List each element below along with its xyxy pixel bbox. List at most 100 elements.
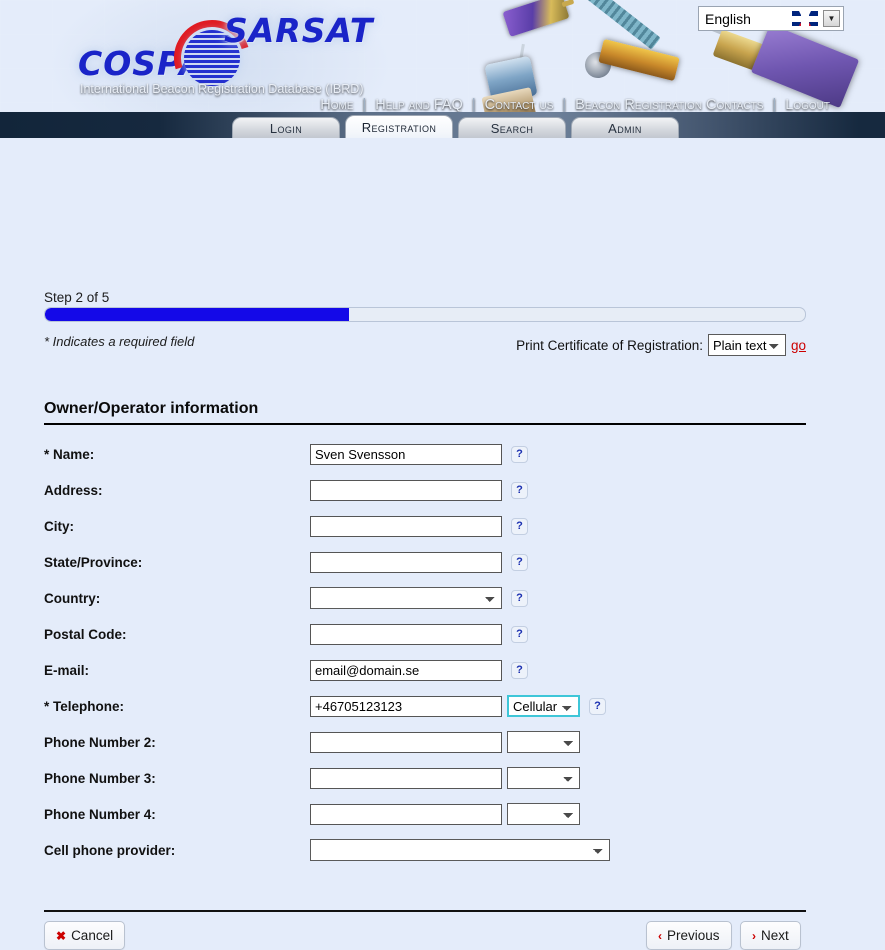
cospas-sarsat-logo: COSPAS SARSAT	[78, 6, 378, 110]
telephone-input[interactable]	[310, 695, 502, 717]
tab-search[interactable]: Search	[458, 117, 566, 138]
tab-registration[interactable]: Registration	[345, 115, 453, 138]
phone-4-input[interactable]	[310, 803, 502, 825]
input-group-name: ?	[310, 443, 528, 465]
previous-button[interactable]: ‹ Previous	[646, 921, 732, 950]
phone-4-type-select[interactable]	[507, 803, 580, 825]
chevron-down-icon[interactable]: ▼	[823, 10, 840, 27]
top-navigation: Home | Help and FAQ | Contact us | Beaco…	[320, 97, 830, 113]
label-postal-code: Postal Code:	[44, 626, 127, 642]
nav-link-beacon-registration-contacts[interactable]: Beacon Registration Contacts	[575, 97, 763, 113]
footer-divider	[44, 910, 806, 912]
label-cell-provider: Cell phone provider:	[44, 842, 176, 858]
progress-bar	[44, 307, 806, 322]
label-telephone: * Telephone:	[44, 698, 125, 714]
help-icon-address[interactable]: ?	[511, 481, 528, 499]
section-title-owner-operator: Owner/Operator information	[44, 400, 806, 425]
logo-text-sarsat: SARSAT	[224, 11, 374, 50]
close-icon: ✖	[56, 928, 67, 943]
name-input[interactable]	[310, 443, 502, 465]
nav-link-home[interactable]: Home	[320, 97, 353, 113]
nav-link-help-and-faq[interactable]: Help and FAQ	[375, 97, 463, 113]
form-row-postal-code: Postal Code: ?	[44, 616, 844, 652]
tab-admin[interactable]: Admin	[571, 117, 679, 138]
country-select[interactable]	[310, 587, 502, 609]
label-name: * Name:	[44, 446, 95, 462]
satellite-image-2-panel	[584, 0, 661, 50]
chevron-right-icon: ›	[752, 928, 756, 943]
form-row-cell-provider: Cell phone provider:	[44, 832, 844, 868]
help-icon-name[interactable]: ?	[511, 445, 528, 463]
input-group-state-province: ?	[310, 551, 528, 573]
input-group-city: ?	[310, 515, 528, 537]
label-phone-4: Phone Number 4:	[44, 806, 156, 822]
cancel-button[interactable]: ✖ Cancel	[44, 921, 126, 950]
label-email: E-mail:	[44, 662, 90, 678]
site-header: COSPAS SARSAT International Beacon Regis…	[0, 0, 885, 138]
phone-2-input[interactable]	[310, 731, 502, 753]
tab-login[interactable]: Login	[232, 117, 340, 138]
label-state-province: State/Province:	[44, 554, 143, 570]
help-icon-country[interactable]: ?	[511, 589, 528, 607]
label-country: Country:	[44, 590, 101, 606]
print-format-select[interactable]: Plain text	[707, 334, 786, 356]
input-group-email: ?	[310, 659, 528, 681]
postal-code-input[interactable]	[310, 623, 502, 645]
form-row-phone-4: Phone Number 4:	[44, 796, 844, 832]
print-certificate-label: Print Certificate of Registration:	[516, 337, 703, 353]
nav-link-logout[interactable]: Logout	[785, 97, 830, 113]
language-value: English	[705, 10, 751, 27]
language-selector[interactable]: English ▼	[698, 6, 844, 31]
form-row-telephone: * Telephone: Cellular ?	[44, 688, 844, 724]
nav-separator: |	[562, 97, 567, 113]
city-input[interactable]	[310, 515, 502, 537]
state-province-input[interactable]	[310, 551, 502, 573]
help-icon-email[interactable]: ?	[511, 661, 528, 679]
form-row-phone-3: Phone Number 3:	[44, 760, 844, 796]
form-row-name: * Name: ?	[44, 436, 844, 472]
main-tabs: Login Registration Search Admin	[232, 115, 679, 138]
telephone-type-select[interactable]: Cellular	[507, 695, 580, 717]
label-city: City:	[44, 518, 74, 534]
email-input[interactable]	[310, 659, 502, 681]
form-row-country: Country: ?	[44, 580, 844, 616]
nav-separator: |	[471, 97, 476, 113]
next-button[interactable]: › Next	[740, 921, 801, 950]
owner-operator-form: * Name: ? Address: ? City: ? State/Provi…	[44, 436, 844, 868]
uk-flag-icon	[792, 11, 818, 26]
satellite-image-3-panel	[750, 23, 860, 109]
print-certificate-row: Print Certificate of Registration: Plain…	[516, 334, 806, 356]
required-field-note: * Indicates a required field	[44, 334, 195, 349]
form-row-email: E-mail: ?	[44, 652, 844, 688]
label-phone-3: Phone Number 3:	[44, 770, 156, 786]
input-group-address: ?	[310, 479, 528, 501]
site-subtitle: International Beacon Registration Databa…	[80, 82, 364, 96]
input-group-phone-2	[310, 731, 606, 753]
step-indicator: Step 2 of 5	[44, 290, 110, 305]
input-group-country: ?	[310, 587, 528, 609]
help-icon-postal-code[interactable]: ?	[511, 625, 528, 643]
address-input[interactable]	[310, 479, 502, 501]
cell-provider-select[interactable]	[310, 839, 610, 861]
next-button-label: Next	[761, 928, 789, 943]
label-phone-2: Phone Number 2:	[44, 734, 156, 750]
satellite-image-1	[502, 0, 570, 37]
nav-separator: |	[362, 97, 367, 113]
print-go-link[interactable]: go	[791, 338, 806, 353]
satellite-image-2-body	[598, 38, 680, 82]
nav-link-contact-us[interactable]: Contact us	[485, 97, 554, 113]
help-icon-state-province[interactable]: ?	[511, 553, 528, 571]
phone-3-type-select[interactable]	[507, 767, 580, 789]
help-icon-city[interactable]: ?	[511, 517, 528, 535]
form-row-city: City: ?	[44, 508, 844, 544]
label-address: Address:	[44, 482, 103, 498]
phone-2-type-select[interactable]	[507, 731, 580, 753]
help-icon-telephone[interactable]: ?	[589, 697, 606, 715]
page-content: Step 2 of 5 * Indicates a required field…	[0, 138, 885, 950]
input-group-cell-provider	[310, 839, 610, 861]
input-group-phone-3	[310, 767, 606, 789]
chevron-left-icon: ‹	[658, 928, 662, 943]
phone-3-input[interactable]	[310, 767, 502, 789]
previous-button-label: Previous	[667, 928, 720, 943]
nav-separator: |	[772, 97, 777, 113]
